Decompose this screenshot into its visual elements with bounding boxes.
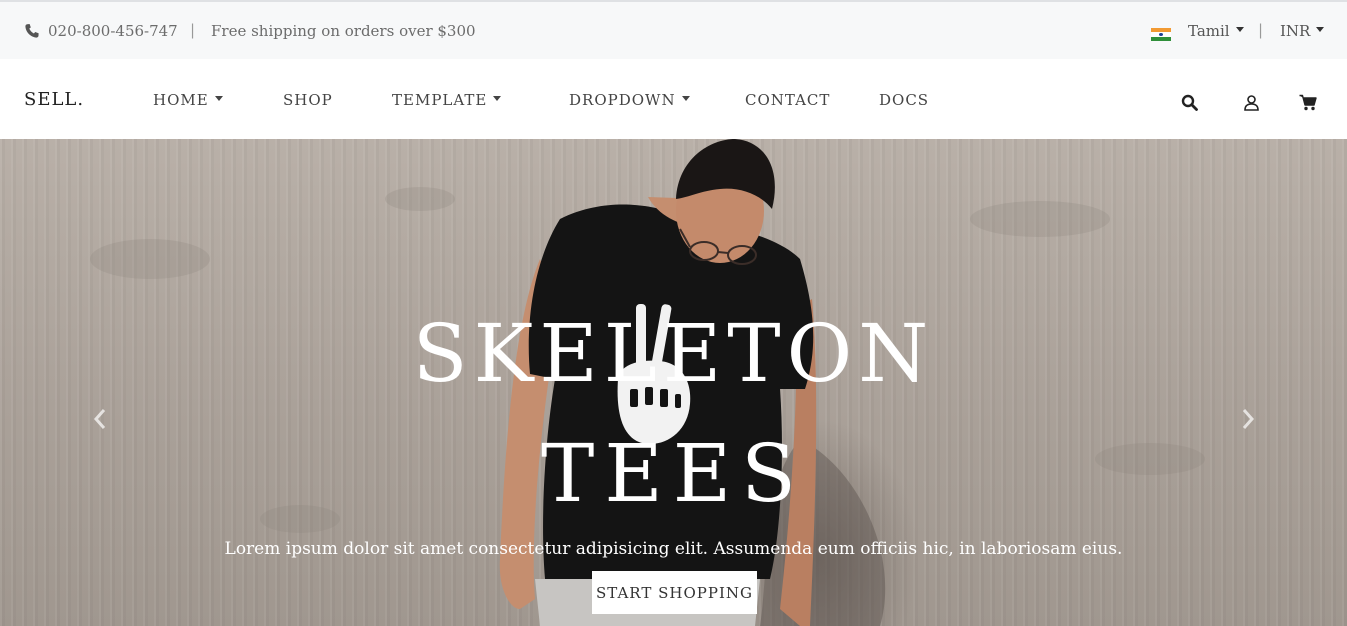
chevron-down-icon (493, 95, 502, 101)
shipping-notice: Free shipping on orders over $300 (211, 22, 476, 40)
user-icon[interactable] (1242, 93, 1260, 111)
nav-item-dropdown[interactable]: DROPDOWN (569, 91, 690, 109)
cart-icon[interactable] (1299, 93, 1317, 111)
hero-title-line2: TEES (541, 427, 806, 520)
nav-item-label: CONTACT (745, 91, 831, 109)
search-icon[interactable] (1180, 93, 1198, 111)
phone-icon (25, 24, 39, 38)
chevron-down-icon (1235, 26, 1244, 32)
chevron-down-icon (681, 95, 690, 101)
nav-item-label: HOME (153, 91, 209, 109)
currency-label: INR (1280, 22, 1311, 40)
chevron-down-icon (214, 95, 223, 101)
language-selector[interactable]: Tamil (1188, 22, 1244, 40)
hero-carousel: SKELETON TEES Lorem ipsum dolor sit amet… (0, 139, 1347, 626)
brand-logo[interactable]: SELL. (24, 89, 84, 110)
nav-item-label: TEMPLATE (392, 91, 488, 109)
nav-item-label: SHOP (283, 91, 333, 109)
india-flag-icon (1151, 28, 1171, 41)
topbar-divider: | (190, 21, 196, 39)
chevron-down-icon (1316, 26, 1325, 32)
chevron-left-icon (93, 409, 106, 429)
nav-item-shop[interactable]: SHOP (283, 91, 333, 109)
chevron-right-icon (1242, 409, 1255, 429)
nav-item-contact[interactable]: CONTACT (745, 91, 830, 109)
currency-selector[interactable]: INR (1280, 22, 1325, 40)
language-label: Tamil (1188, 22, 1230, 40)
start-shopping-button[interactable]: START SHOPPING (592, 571, 757, 614)
nav-item-label: DOCS (879, 91, 930, 109)
nav-item-docs[interactable]: DOCS (879, 91, 929, 109)
hero-subtitle: Lorem ipsum dolor sit amet consectetur a… (224, 539, 1123, 559)
main-navbar: SELL. HOME SHOP TEMPLATE DROPDOWN CONTAC… (0, 59, 1347, 139)
nav-item-template[interactable]: TEMPLATE (392, 91, 502, 109)
nav-item-home[interactable]: HOME (153, 91, 223, 109)
nav-item-label: DROPDOWN (569, 91, 676, 109)
phone-number: 020-800-456-747 (48, 22, 178, 40)
phone-contact[interactable]: 020-800-456-747 (24, 22, 178, 40)
topbar-divider: | (1258, 21, 1264, 39)
hero-title-line1: SKELETON (412, 307, 935, 400)
top-bar: 020-800-456-747 | Free shipping on order… (0, 0, 1347, 59)
carousel-prev-button[interactable] (90, 407, 110, 431)
carousel-next-button[interactable] (1238, 407, 1258, 431)
